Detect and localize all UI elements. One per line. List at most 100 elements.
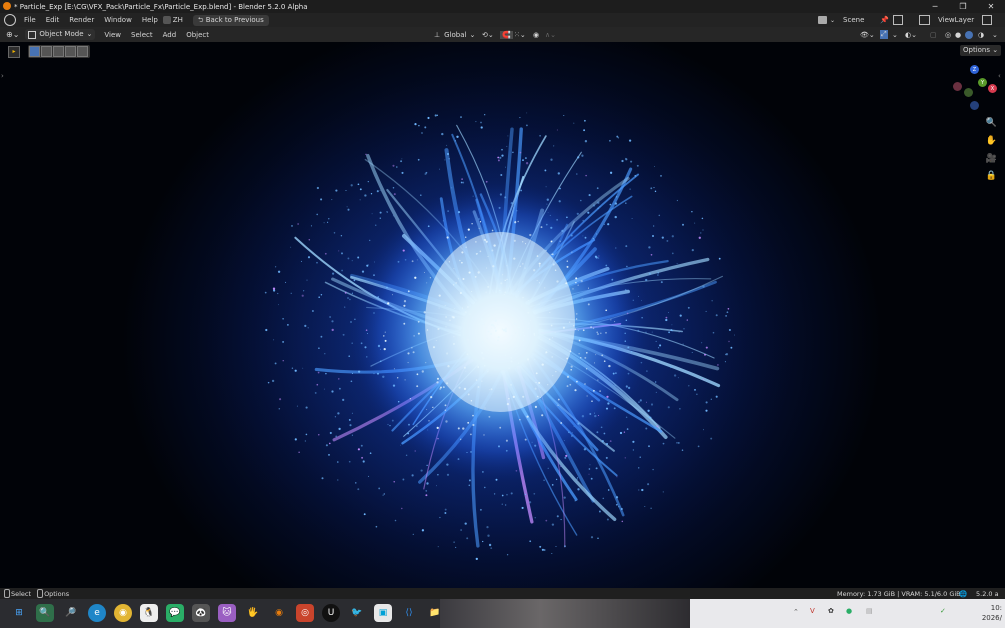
tray-chevron-icon[interactable]: ⌃ (793, 608, 799, 616)
transform-orientation-icon: ⊥ (434, 30, 441, 39)
mouse-left-icon (4, 589, 10, 598)
taskbar: ⊞ 🔍 🔎 e ◉ 🐧 💬 🐼 🐱 🖐 ◉ ◎ U 🐦 ▣ ⟨⟩ 📁 ⌃ V ✿… (0, 599, 1005, 628)
qq-icon[interactable]: 🐧 (140, 604, 158, 622)
xray-icon[interactable]: ▢ (930, 31, 937, 39)
3d-viewport[interactable]: ▸ Options ⌄ › ‹ Z Y X 🔍 ✋ 🎥 🔒 (0, 42, 1005, 588)
menu-edit[interactable]: Edit (41, 13, 65, 27)
bird-app-icon[interactable]: 🐦 (348, 604, 366, 622)
cat-app-icon[interactable]: 🐱 (218, 604, 236, 622)
close-icon[interactable]: ✕ (978, 0, 1004, 13)
tray-antivirus-icon[interactable]: V (810, 607, 815, 615)
gizmo-x-axis[interactable]: X (988, 84, 997, 93)
title-bar: * Particle_Exp [E:\CG\VFX_Pack\Particle_… (0, 0, 1005, 13)
status-bar: Select Options Memory: 1.73 GiB | VRAM: … (0, 588, 1005, 599)
orientation-dropdown[interactable]: ⊥ Global ⌄ (434, 31, 475, 39)
editor-type-icon[interactable]: ⊕⌄ (6, 30, 19, 39)
tray-wechat-icon[interactable]: ● (846, 607, 852, 615)
menu-view[interactable]: View (99, 28, 126, 42)
mouse-right-icon (37, 589, 44, 598)
clock[interactable]: 10: 2026/ (962, 603, 1002, 623)
navigation-gizmo[interactable]: Z Y X (950, 62, 1000, 112)
unreal-icon[interactable]: U (322, 604, 340, 622)
gizmo-y-axis[interactable]: Y (978, 78, 987, 87)
language-toggle[interactable]: ZH (162, 16, 183, 24)
overlay-icon[interactable]: ◐⌄ (905, 31, 917, 39)
back-to-previous-button[interactable]: ⮌ Back to Previous (192, 14, 269, 26)
object-mode-icon (28, 30, 37, 39)
gizmo-neg-y[interactable] (964, 88, 973, 97)
new-scene-icon[interactable] (893, 15, 903, 25)
viewport-header: ⊕⌄ Object Mode ⌄ View Select Add Object … (0, 27, 1005, 42)
menu-file[interactable]: File (19, 13, 41, 27)
tray-input-icon[interactable]: ✓ (940, 607, 946, 615)
status-options: Options (44, 589, 70, 598)
view-layer-icon (919, 15, 930, 25)
pan-hand-icon[interactable]: ✋ (985, 134, 998, 147)
shading-dropdown-icon[interactable]: ⌄ (992, 31, 998, 39)
snap-icon[interactable]: 🧲 (500, 30, 513, 39)
blender-menu-icon[interactable] (4, 14, 16, 26)
rendered-shading-icon[interactable]: ◑ (978, 31, 984, 39)
lock-icon[interactable]: 🔒 (985, 169, 998, 182)
clock-date: 2026/ (981, 614, 1002, 622)
select-tool-row: ▸ (8, 45, 90, 58)
camera-view-icon[interactable]: 🎥 (985, 152, 998, 165)
falloff-icon[interactable]: ∧⌄ (545, 31, 556, 39)
menu-render[interactable]: Render (64, 13, 99, 27)
gizmo-toggle-icon[interactable]: ⤢ (880, 30, 888, 39)
view-layer-selector[interactable]: ViewLayer (919, 15, 974, 25)
edge-icon[interactable]: e (88, 604, 106, 622)
options-dropdown[interactable]: Options ⌄ (960, 45, 1002, 56)
gizmo-dropdown-icon[interactable]: ⌄ (892, 31, 898, 39)
view-layer-name: ViewLayer (938, 16, 975, 24)
clock-time: 10: (990, 604, 1002, 612)
houdini-icon[interactable]: ◎ (296, 604, 314, 622)
scene-selector[interactable]: ⌄ Scene (818, 16, 864, 24)
wireframe-shading-icon[interactable]: ◎ (945, 31, 951, 39)
chrome-icon[interactable]: ◉ (114, 604, 132, 622)
material-shading-icon[interactable] (965, 30, 973, 39)
selection-mode-icons[interactable] (28, 45, 90, 58)
wechat-icon[interactable]: 💬 (166, 604, 184, 622)
panda-app-icon[interactable]: 🐼 (192, 604, 210, 622)
blender-taskbar-icon[interactable]: ◉ (270, 604, 288, 622)
solid-shading-icon[interactable]: ● (955, 31, 961, 39)
version-label: 5.2.0 a (976, 589, 999, 598)
maximize-icon[interactable]: ❐ (950, 0, 976, 13)
app-orange-icon[interactable]: 🔎 (62, 604, 80, 622)
menu-select[interactable]: Select (126, 28, 158, 42)
back-icon: ⮌ (197, 15, 206, 24)
search-icon[interactable]: 🔍 (36, 604, 54, 622)
tray-network-icon[interactable]: ▤ (866, 607, 873, 615)
mode-dropdown[interactable]: Object Mode ⌄ (25, 29, 96, 40)
vscode-icon[interactable]: ⟨⟩ (400, 604, 418, 622)
gizmo-neg-x[interactable] (953, 82, 962, 91)
bilibili-icon[interactable]: ▣ (374, 604, 392, 622)
language-label: ZH (172, 16, 183, 24)
file-explorer-icon[interactable]: 📁 (426, 604, 444, 622)
gizmo-z-axis[interactable]: Z (970, 65, 979, 74)
minimize-icon[interactable]: ─ (922, 0, 948, 13)
new-view-layer-icon[interactable] (982, 15, 992, 25)
desktop-wallpaper-strip (440, 599, 690, 628)
pivot-icon[interactable]: ⟲⌄ (482, 31, 494, 39)
proportional-edit-icon[interactable]: ◉ (533, 31, 539, 39)
visibility-icon[interactable]: 👁⌄ (860, 31, 875, 39)
memory-readout: Memory: 1.73 GiB | VRAM: 5.1/6.0 GiB (837, 589, 961, 598)
pin-icon[interactable]: 📌 (880, 16, 889, 24)
toolbar-expand-icon[interactable]: › (1, 72, 4, 80)
blender-logo-icon (3, 2, 11, 10)
snap-target-icon[interactable]: ⁙⌄ (514, 31, 526, 39)
top-menu-bar: File Edit Render Window Help ZH ⮌ Back t… (0, 13, 1005, 27)
menu-window[interactable]: Window (99, 13, 137, 27)
menu-object[interactable]: Object (181, 28, 214, 42)
menu-help[interactable]: Help (137, 13, 163, 27)
tray-app-icon[interactable]: ✿ (828, 607, 834, 615)
gizmo-neg-z[interactable] (970, 101, 979, 110)
zoom-icon[interactable]: 🔍 (985, 116, 998, 129)
scene-icon (818, 16, 827, 24)
hand-app-icon[interactable]: 🖐 (244, 604, 262, 622)
menu-add[interactable]: Add (158, 28, 182, 42)
active-tool-icon[interactable]: ▸ (8, 45, 20, 58)
start-icon[interactable]: ⊞ (10, 604, 28, 622)
